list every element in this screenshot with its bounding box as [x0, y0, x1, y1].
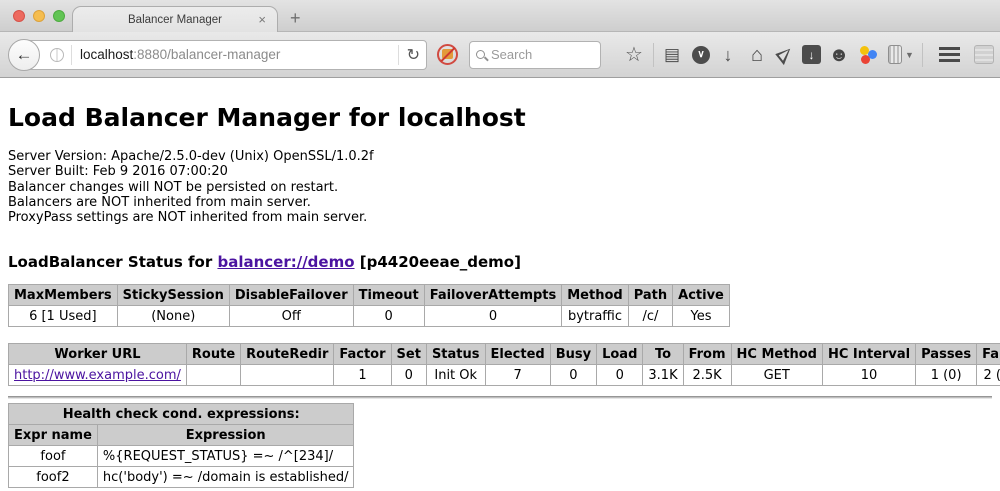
- table-title-row: Health check cond. expressions:: [9, 404, 354, 425]
- inherit-note-line: Balancers are NOT inherited from main se…: [8, 195, 992, 210]
- table-header-row: MaxMembers StickySession DisableFailover…: [9, 285, 730, 306]
- url-text[interactable]: localhost:8880/balancer-manager: [80, 47, 398, 62]
- balancer-status-heading: LoadBalancer Status for balancer://demo …: [8, 253, 992, 271]
- table-row: 6 [1 Used] (None) Off 0 0 bytraffic /c/ …: [9, 306, 730, 327]
- persist-note-line: Balancer changes will NOT be persisted o…: [8, 180, 992, 195]
- browser-window: Balancer Manager × + ← localhost:8880/ba…: [0, 0, 1000, 491]
- section-divider: [8, 396, 992, 399]
- pocket-icon[interactable]: ∨: [692, 46, 710, 64]
- search-input[interactable]: [491, 47, 594, 62]
- close-window-button[interactable]: [13, 10, 25, 22]
- back-button[interactable]: ←: [8, 39, 40, 71]
- worker-url-link[interactable]: http://www.example.com/: [14, 368, 181, 383]
- search-icon: [476, 50, 485, 59]
- proxypass-note-line: ProxyPass settings are NOT inherited fro…: [8, 210, 992, 225]
- colored-dots-extension-icon[interactable]: [858, 45, 878, 65]
- worker-status-table: Worker URL Route RouteRedir Factor Set S…: [8, 343, 1000, 386]
- balancer-settings-table: MaxMembers StickySession DisableFailover…: [8, 284, 730, 327]
- minimize-window-button[interactable]: [33, 10, 45, 22]
- table-row: foof2 hc('body') =~ /domain is establish…: [9, 467, 354, 488]
- health-check-table: Health check cond. expressions: Expr nam…: [8, 403, 354, 488]
- video-download-extension-icon[interactable]: ↓: [802, 45, 821, 64]
- table-row: foof %{REQUEST_STATUS} =~ /^[234]/: [9, 446, 354, 467]
- url-path: :8880/balancer-manager: [133, 47, 280, 62]
- tab-title: Balancer Manager: [128, 14, 222, 26]
- page-content: Load Balancer Manager for localhost Serv…: [0, 78, 1000, 491]
- bookmark-star-icon[interactable]: ☆: [623, 45, 645, 65]
- downloads-icon[interactable]: ↓: [717, 46, 739, 64]
- chevron-down-icon[interactable]: ▼: [905, 50, 914, 60]
- reload-icon[interactable]: ↻: [398, 45, 420, 65]
- sidebar-toggle-icon[interactable]: [974, 45, 994, 64]
- page-title: Load Balancer Manager for localhost: [8, 78, 992, 132]
- server-info: Server Version: Apache/2.5.0-dev (Unix) …: [8, 149, 992, 225]
- toolbar-divider: [653, 43, 654, 67]
- table-header-row: Worker URL Route RouteRedir Factor Set S…: [9, 344, 1000, 365]
- reading-list-icon[interactable]: ▤: [661, 46, 683, 63]
- table-row: http://www.example.com/ 1 0 Init Ok 7 0 …: [9, 365, 1000, 386]
- home-icon[interactable]: ⌂: [746, 45, 768, 65]
- table-header-row: Expr name Expression: [9, 425, 354, 446]
- browser-tab[interactable]: Balancer Manager ×: [72, 6, 278, 33]
- navigation-toolbar: ← localhost:8880/balancer-manager ↻ ☆ ▤ …: [0, 32, 1000, 78]
- server-built-line: Server Built: Feb 9 2016 07:00:20: [8, 164, 992, 179]
- toolbar-divider-2: [922, 43, 923, 67]
- tab-close-icon[interactable]: ×: [258, 12, 266, 27]
- traffic-lights: [13, 10, 65, 22]
- feedback-smiley-icon[interactable]: ☻: [828, 45, 850, 65]
- send-page-icon[interactable]: [775, 44, 795, 64]
- url-host: localhost: [80, 47, 133, 62]
- titlebar: Balancer Manager × +: [0, 0, 1000, 32]
- new-tab-button[interactable]: +: [290, 8, 301, 29]
- menu-icon[interactable]: [939, 47, 960, 62]
- url-bar[interactable]: localhost:8880/balancer-manager ↻: [23, 40, 427, 70]
- server-version-line: Server Version: Apache/2.5.0-dev (Unix) …: [8, 149, 992, 164]
- search-box[interactable]: [469, 41, 601, 69]
- password-manager-extension-icon[interactable]: [888, 45, 902, 64]
- urlbar-divider: [71, 45, 72, 65]
- zoom-window-button[interactable]: [53, 10, 65, 22]
- plugin-blocked-icon[interactable]: [436, 43, 459, 66]
- balancer-demo-link[interactable]: balancer://demo: [217, 253, 354, 271]
- globe-icon: [50, 48, 64, 62]
